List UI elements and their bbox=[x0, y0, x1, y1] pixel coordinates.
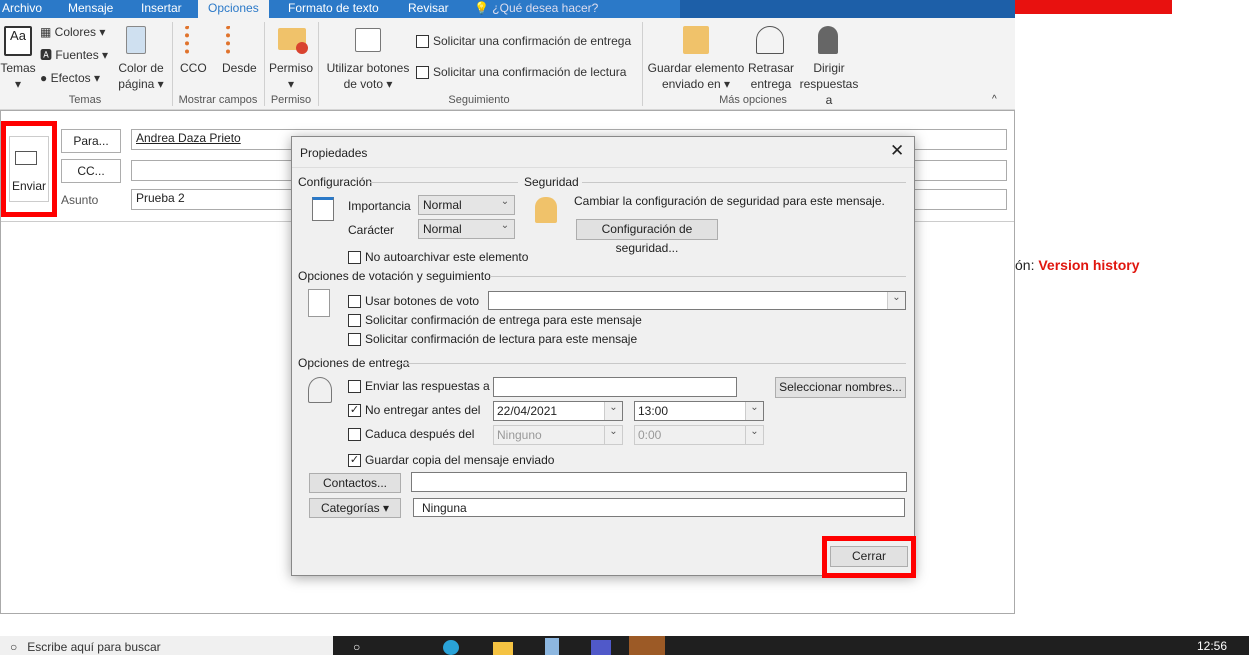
version-history-text: ón: Version history bbox=[1015, 257, 1140, 273]
list-icon bbox=[312, 197, 334, 221]
lock-icon bbox=[535, 197, 557, 223]
teams-icon[interactable] bbox=[591, 640, 611, 655]
cc-button[interactable]: CC... bbox=[61, 159, 121, 183]
security-text: Cambiar la configuración de seguridad pa… bbox=[574, 194, 885, 208]
edge-icon[interactable] bbox=[443, 640, 459, 655]
direct-replies-icon bbox=[818, 26, 838, 54]
security-heading: Seguridad bbox=[524, 175, 579, 189]
expires-checkbox[interactable]: Caduca después del bbox=[348, 427, 474, 442]
request-delivery-checkbox[interactable]: Solicitar una confirmación de entrega bbox=[416, 33, 631, 49]
select-names-button[interactable]: Seleccionar nombres... bbox=[775, 377, 906, 398]
tab-archivo[interactable]: Archivo bbox=[2, 0, 42, 18]
expires-date[interactable]: Ninguno ⌄ bbox=[493, 425, 623, 445]
cortana-icon[interactable]: ○ bbox=[353, 640, 360, 654]
taskbar: ○ 12:56 bbox=[333, 636, 1249, 655]
version-history-link[interactable]: Version history bbox=[1038, 257, 1139, 273]
vote-icon bbox=[355, 28, 381, 52]
importance-select[interactable]: Normal ⌄ bbox=[418, 195, 515, 215]
app-icon[interactable] bbox=[545, 638, 559, 655]
colores-button[interactable]: ▦ Colores ▾ bbox=[40, 24, 105, 40]
tell-me-search[interactable]: 💡 ¿Qué desea hacer? bbox=[474, 0, 598, 18]
vote-check-icon bbox=[308, 289, 330, 317]
tab-insertar[interactable]: Insertar bbox=[141, 0, 182, 18]
subject-label: Asunto bbox=[61, 193, 99, 207]
voting-buttons-button[interactable]: Utilizar botones de voto ▾ bbox=[324, 60, 412, 92]
retrasar-entrega-button[interactable]: Retrasar entrega bbox=[748, 60, 794, 92]
taskbar-search-placeholder: Escribe aquí para buscar bbox=[27, 640, 161, 654]
not-before-checkbox[interactable]: ✓ No entregar antes del bbox=[348, 403, 480, 418]
request-read-receipt-checkbox[interactable]: Solicitar confirmación de lectura para e… bbox=[348, 332, 637, 347]
ribbon: Aa Temas ▾ ▦ Colores ▾ 🅰 Fuentes ▾ ● Efec… bbox=[0, 18, 1015, 110]
permiso-button[interactable]: Permiso ▾ bbox=[268, 60, 314, 92]
fuentes-button[interactable]: 🅰 Fuentes ▾ bbox=[40, 47, 108, 63]
voting-select[interactable]: ⌄ bbox=[488, 291, 906, 310]
group-mostrar-campos: Mostrar campos bbox=[178, 94, 258, 106]
tell-me-label: ¿Qué desea hacer? bbox=[492, 1, 599, 15]
bcc-icon bbox=[185, 26, 209, 54]
title-banner bbox=[680, 0, 1015, 18]
highlight-send bbox=[1, 121, 57, 217]
reply-to-checkbox[interactable]: Enviar las respuestas a bbox=[348, 379, 490, 394]
tab-revisar[interactable]: Revisar bbox=[408, 0, 449, 18]
categories-button[interactable]: Categorías ▾ bbox=[309, 498, 401, 518]
cco-button[interactable]: CCO bbox=[180, 60, 207, 76]
request-read-checkbox[interactable]: Solicitar una confirmación de lectura bbox=[416, 64, 626, 80]
contacts-button[interactable]: Contactos... bbox=[309, 473, 401, 493]
tab-formato[interactable]: Formato de texto bbox=[288, 0, 379, 18]
to-button[interactable]: Para... bbox=[61, 129, 121, 153]
delivery-heading: Opciones de entrega bbox=[298, 356, 410, 370]
color-pagina-button[interactable]: Color de página ▾ bbox=[114, 60, 168, 92]
page-color-icon bbox=[126, 26, 146, 54]
security-settings-button[interactable]: Configuración de seguridad... bbox=[576, 219, 718, 255]
group-mas-opciones: Más opciones bbox=[719, 94, 787, 106]
group-permiso: Permiso bbox=[270, 94, 312, 106]
contacts-field[interactable] bbox=[411, 472, 907, 492]
categories-field[interactable]: Ninguna bbox=[413, 498, 905, 517]
delay-delivery-icon bbox=[756, 26, 784, 54]
use-voting-checkbox[interactable]: Usar botones de voto bbox=[348, 294, 479, 309]
no-entry-icon bbox=[296, 42, 308, 54]
reply-to-field[interactable] bbox=[493, 377, 737, 397]
explorer-icon[interactable] bbox=[493, 642, 513, 655]
tab-mensaje[interactable]: Mensaje bbox=[68, 0, 113, 18]
config-heading: Configuración bbox=[298, 175, 373, 189]
guardar-elemento-button[interactable]: Guardar elemento enviado en ▾ bbox=[646, 60, 746, 92]
request-delivery-receipt-checkbox[interactable]: Solicitar confirmación de entrega para e… bbox=[348, 313, 642, 328]
not-before-date[interactable]: 22/04/2021 ⌄ bbox=[493, 401, 623, 421]
voting-heading: Opciones de votación y seguimiento bbox=[298, 269, 491, 283]
themes-icon: Aa bbox=[4, 26, 32, 56]
close-button[interactable]: Cerrar bbox=[830, 546, 908, 567]
expires-time[interactable]: 0:00 ⌄ bbox=[634, 425, 764, 445]
collapse-ribbon-icon[interactable]: ^ bbox=[992, 92, 997, 108]
from-icon bbox=[226, 26, 250, 54]
group-seguimiento: Seguimiento bbox=[448, 94, 510, 106]
properties-dialog: Propiedades ✕ Configuración Importancia … bbox=[291, 136, 916, 578]
no-archive-checkbox[interactable]: No autoarchivar este elemento bbox=[348, 250, 528, 265]
dialog-title: Propiedades bbox=[300, 146, 368, 160]
temas-button[interactable]: Temas ▾ bbox=[0, 60, 36, 92]
taskbar-search[interactable]: ○ Escribe aquí para buscar bbox=[0, 636, 333, 655]
tab-opciones[interactable]: Opciones bbox=[198, 0, 269, 18]
sensitivity-select[interactable]: Normal ⌄ bbox=[418, 219, 515, 239]
desde-button[interactable]: Desde bbox=[222, 60, 257, 76]
sensitivity-label: Carácter bbox=[348, 223, 395, 237]
close-icon[interactable]: ✕ bbox=[890, 141, 904, 161]
outlook-icon[interactable] bbox=[629, 636, 665, 655]
efectos-button[interactable]: ● Efectos ▾ bbox=[40, 70, 100, 86]
importance-label: Importancia bbox=[348, 199, 411, 213]
clock[interactable]: 12:56 bbox=[1197, 639, 1227, 653]
delivery-timer-icon bbox=[308, 377, 332, 403]
save-copy-checkbox[interactable]: ✓ Guardar copia del mensaje enviado bbox=[348, 453, 554, 468]
red-banner bbox=[1015, 0, 1172, 14]
not-before-time[interactable]: 13:00 ⌄ bbox=[634, 401, 764, 421]
group-temas: Temas bbox=[68, 94, 102, 106]
save-folder-icon bbox=[683, 26, 709, 54]
